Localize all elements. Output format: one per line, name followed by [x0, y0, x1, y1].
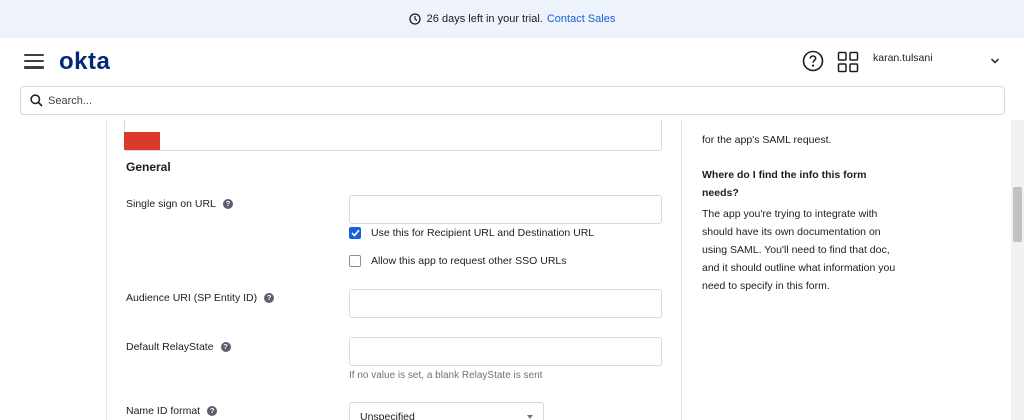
other-sso-option[interactable]: Allow this app to request other SSO URLs — [349, 255, 567, 267]
search-input[interactable] — [48, 94, 948, 107]
scrollbar-track[interactable] — [1011, 120, 1024, 420]
single-sign-on-url-input[interactable] — [349, 195, 662, 224]
help-body: The app you're trying to integrate with … — [702, 208, 896, 292]
search-icon — [30, 94, 43, 107]
checkmark-icon — [350, 229, 360, 237]
chevron-down-icon[interactable] — [990, 57, 1000, 65]
recipient-url-checkbox[interactable] — [349, 227, 361, 239]
previous-field[interactable] — [124, 120, 662, 151]
dropdown-arrow-icon — [527, 415, 533, 419]
relay-state-label: Default RelayState ? — [126, 341, 231, 353]
relay-state-input[interactable] — [349, 337, 662, 366]
name-id-format-select[interactable]: Unspecified — [349, 402, 544, 420]
info-icon[interactable]: ? — [264, 293, 275, 303]
global-search[interactable] — [20, 86, 1005, 115]
other-sso-label: Allow this app to request other SSO URLs — [371, 255, 567, 267]
top-header: okta — [0, 38, 1024, 86]
name-id-format-label: Name ID format ? — [126, 405, 218, 417]
info-icon[interactable]: ? — [222, 199, 233, 209]
apps-grid-icon[interactable] — [837, 51, 859, 73]
trial-message: 26 days left in your trial. — [426, 13, 543, 25]
audience-uri-label: Audience URI (SP Entity ID) ? — [126, 292, 275, 304]
clock-icon — [409, 13, 421, 25]
single-sign-on-label: Single sign on URL ? — [126, 198, 233, 210]
info-icon[interactable]: ? — [220, 342, 231, 352]
scrollbar-thumb[interactable] — [1013, 187, 1022, 242]
contact-sales-link[interactable]: Contact Sales — [547, 13, 615, 25]
name-id-format-value: Unspecified — [360, 411, 415, 420]
okta-logo[interactable]: okta — [59, 48, 110, 76]
help-heading: Where do I find the info this form needs… — [702, 169, 867, 199]
relay-state-hint: If no value is set, a blank RelayState i… — [349, 370, 543, 381]
trial-banner: 26 days left in your trial. Contact Sale… — [0, 0, 1024, 38]
other-sso-checkbox[interactable] — [349, 255, 361, 267]
recipient-url-label: Use this for Recipient URL and Destinati… — [371, 227, 595, 239]
hamburger-icon[interactable] — [24, 54, 44, 70]
user-menu-name[interactable]: karan.tulsani — [873, 52, 933, 64]
recipient-url-option[interactable]: Use this for Recipient URL and Destinati… — [349, 227, 594, 239]
section-title: General — [126, 160, 171, 174]
help-icon[interactable] — [802, 50, 824, 72]
help-intro: for the app's SAML request. — [702, 134, 832, 146]
audience-uri-input[interactable] — [349, 289, 662, 318]
redacted-mark — [124, 132, 160, 150]
info-icon[interactable]: ? — [207, 406, 218, 416]
